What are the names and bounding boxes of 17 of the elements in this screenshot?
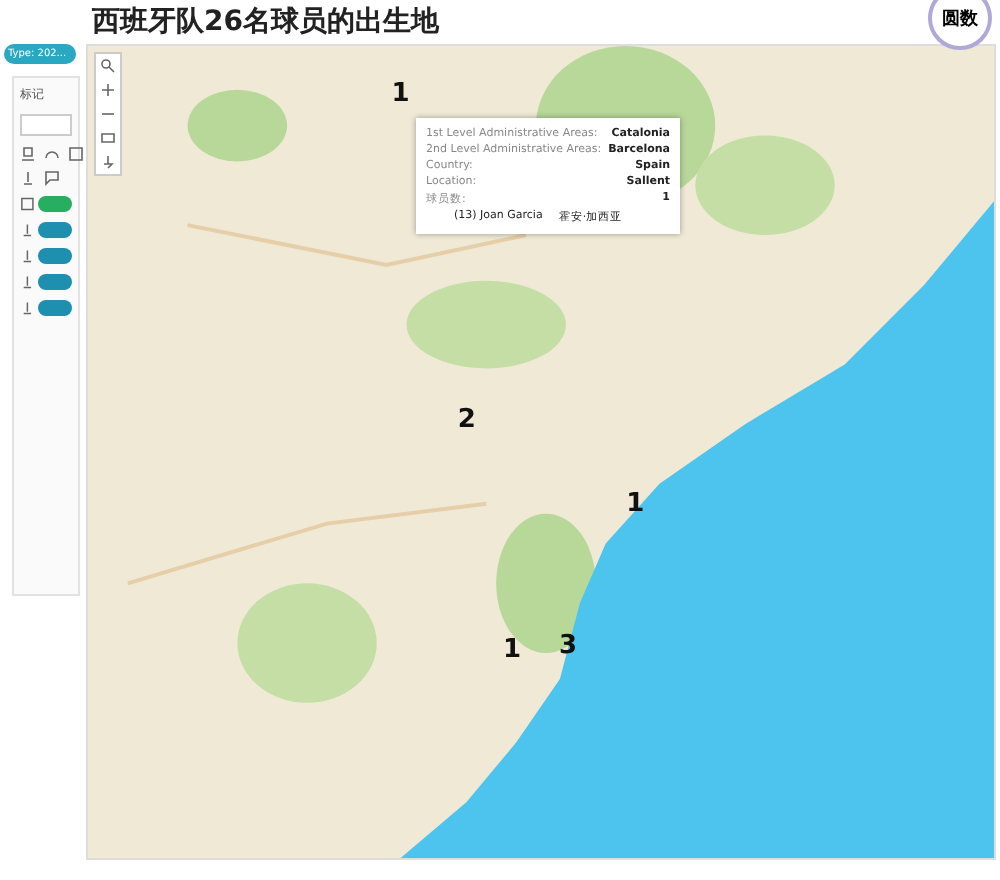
size-icon[interactable] <box>44 146 60 162</box>
zoom-in-icon[interactable] <box>100 82 116 98</box>
dashboard-title: 西班牙队26名球员的出生地 <box>92 4 439 40</box>
count-label: 1 <box>391 79 410 110</box>
count-label: 3 <box>559 631 578 662</box>
dimension-pill[interactable] <box>38 222 72 238</box>
count-label: 2 <box>457 404 476 435</box>
dimension-pill[interactable] <box>38 274 72 290</box>
count-label: 1 <box>502 635 522 666</box>
count-label: 1 <box>626 489 645 520</box>
dimension-pill[interactable] <box>38 248 72 264</box>
tooltip-icon[interactable] <box>44 170 60 186</box>
lasso-icon[interactable] <box>100 130 116 146</box>
dimension-pill[interactable] <box>38 300 72 316</box>
measure-pill[interactable] <box>38 196 72 212</box>
search-icon[interactable] <box>100 58 116 74</box>
logo: 圆数 <box>928 0 992 50</box>
